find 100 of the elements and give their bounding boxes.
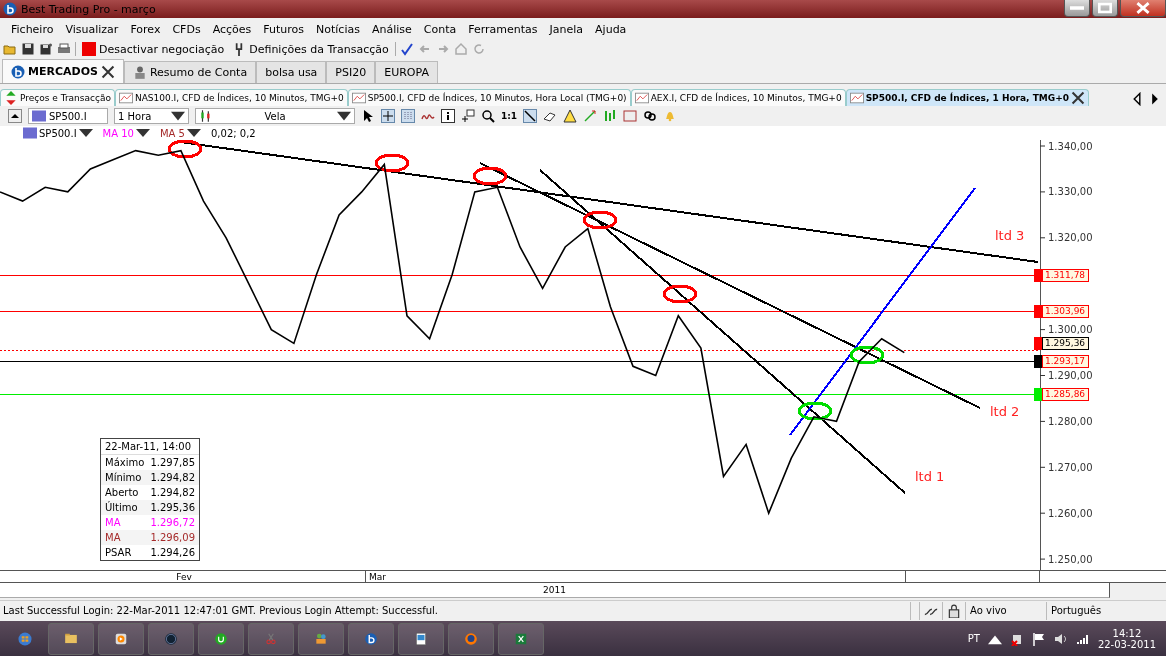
taskbar-button[interactable] <box>98 622 144 655</box>
chart-tab[interactable]: SP500.I, CFD de Índices, 10 Minutos, Hora Local (TMG+0) <box>347 89 631 106</box>
line-chart-icon <box>118 91 133 105</box>
taskbar-button[interactable] <box>448 622 494 655</box>
line-chart-icon <box>849 91 864 105</box>
info-value: 1.294,26 <box>150 547 195 558</box>
print-icon[interactable] <box>57 42 71 56</box>
minimize-button[interactable] <box>1064 0 1090 17</box>
zoom-reset-button[interactable]: 1:1 <box>501 111 518 121</box>
warning-icon[interactable] <box>563 109 578 123</box>
trend-line-label: ltd 2 <box>990 404 1020 419</box>
maximize-button[interactable] <box>1092 0 1118 17</box>
windows-orb-icon <box>18 631 32 646</box>
caret-icon <box>337 109 351 123</box>
taskbar-button[interactable] <box>298 622 344 655</box>
trend-line[interactable] <box>789 187 976 436</box>
app-logo-icon <box>11 64 25 79</box>
info-label: Mínimo <box>105 472 143 483</box>
settings-button[interactable]: Definições da Transacção <box>230 42 391 56</box>
lock-icon <box>947 603 961 618</box>
menu-item[interactable]: Ferramentas <box>462 22 544 36</box>
menu-item[interactable]: Notícias <box>310 22 366 36</box>
info-label: MA <box>105 517 122 528</box>
market-tab[interactable]: bolsa usa <box>256 61 327 83</box>
window-title: Best Trading Pro - março <box>21 2 156 16</box>
indicator-label[interactable]: 0,02; 0,2 <box>210 127 257 139</box>
save-as-icon[interactable] <box>39 42 53 56</box>
clock-time[interactable]: 14:12 <box>1112 627 1142 639</box>
collapse-icon[interactable] <box>8 109 22 123</box>
stop-icon <box>82 42 96 56</box>
grid-icon[interactable] <box>401 109 415 123</box>
menu-item[interactable]: Ficheiro <box>5 22 60 36</box>
chart-tab[interactable]: NAS100.I, CFD de Índices, 10 Minutos, TMG+0 <box>114 89 348 106</box>
date-axis-label: Fev <box>0 571 366 582</box>
market-tab[interactable]: MERCADOS <box>2 59 124 83</box>
close-icon <box>1136 1 1150 15</box>
folder-icon <box>64 631 78 646</box>
price-axis-label: 1.270,00 <box>1048 461 1093 473</box>
flag-icon[interactable] <box>1031 631 1046 646</box>
close-icon[interactable] <box>1070 91 1085 105</box>
chart-tab[interactable]: AEX.I, CFD de Índices, 10 Minutos, TMG+0 <box>630 89 846 106</box>
speaker-icon[interactable] <box>1053 631 1068 646</box>
app-logo-icon <box>3 2 17 16</box>
market-tab[interactable]: EUROPA <box>375 61 438 83</box>
zoom-icon[interactable] <box>481 109 495 123</box>
restore-icon <box>1098 1 1112 15</box>
timeframe-dropdown[interactable]: 1 Hora <box>114 108 189 124</box>
chart-tab[interactable]: Preços e Transacção <box>0 89 115 106</box>
up-down-arrows-icon <box>4 91 18 105</box>
price-axis-label: 1.320,00 <box>1048 232 1093 244</box>
line-tool-icon[interactable] <box>523 109 538 123</box>
menu-item[interactable]: Janela <box>543 22 590 36</box>
round-logo-icon <box>164 631 178 646</box>
info-label: PSAR <box>105 547 133 558</box>
crosshair-icon[interactable] <box>381 109 395 123</box>
menu-item[interactable]: Futuros <box>257 22 310 36</box>
taskbar-button[interactable] <box>348 622 394 655</box>
info-value: 1.296,72 <box>150 517 195 528</box>
info-value: 1.294,82 <box>150 472 195 483</box>
save-icon[interactable] <box>21 42 35 56</box>
trend-line-label: ltd 3 <box>995 228 1025 243</box>
menu-item[interactable]: Análise <box>365 22 418 36</box>
menu-item[interactable]: Visualizar <box>59 22 125 36</box>
bars-icon[interactable] <box>603 109 618 123</box>
menu-item[interactable]: Acções <box>206 22 258 36</box>
chart-tab[interactable]: SP500.I, CFD de Índices, 1 Hora, TMG+0 <box>845 89 1089 106</box>
line-chart-icon <box>634 91 649 105</box>
price-tag: 1.295,36 <box>1042 337 1090 350</box>
checkmark-icon[interactable] <box>399 42 414 56</box>
keyboard-language[interactable]: PT <box>967 633 980 644</box>
clock-date[interactable]: 22-03-2011 <box>1097 638 1156 650</box>
add-label-icon[interactable] <box>461 109 475 123</box>
close-icon[interactable] <box>100 64 115 79</box>
price-tag: 1.285,86 <box>1042 388 1090 401</box>
trend-line[interactable] <box>539 169 906 494</box>
link-icon[interactable] <box>643 109 658 123</box>
year-label: 2011 <box>0 583 1110 598</box>
info-icon[interactable] <box>441 109 455 123</box>
trend-line[interactable] <box>479 162 981 409</box>
info-label: Último <box>105 502 139 513</box>
trading-toggle-button[interactable]: Desactivar negociação <box>80 42 227 56</box>
status-message: Last Successful Login: 22-Mar-2011 12:47:01 GMT. Previous Login Attempt: Successful. <box>3 605 440 616</box>
menu-item[interactable]: Conta <box>417 22 463 36</box>
market-tab[interactable]: Resumo de Conta <box>123 61 257 83</box>
market-tab[interactable]: PSI20 <box>326 61 376 83</box>
close-button[interactable] <box>1120 0 1166 17</box>
taskbar-button[interactable] <box>48 622 94 655</box>
indicator-label[interactable]: SP500.I <box>22 126 94 140</box>
menu-item[interactable]: CFDs <box>166 22 207 36</box>
info-label: Máximo <box>105 457 146 468</box>
symbol-field[interactable]: SP500.I <box>28 108 108 124</box>
menu-item[interactable]: Ajuda <box>589 22 633 36</box>
cursor-icon[interactable] <box>361 109 375 123</box>
indicator-label[interactable]: MA 5 <box>158 126 202 140</box>
chart-type-dropdown[interactable]: Vela <box>195 108 355 124</box>
price-axis-label: 1.280,00 <box>1048 415 1093 427</box>
scissors-icon <box>264 631 278 646</box>
globe-icon <box>464 631 478 646</box>
taskbar-button[interactable] <box>398 622 444 655</box>
menu-item[interactable]: Forex <box>124 22 167 36</box>
